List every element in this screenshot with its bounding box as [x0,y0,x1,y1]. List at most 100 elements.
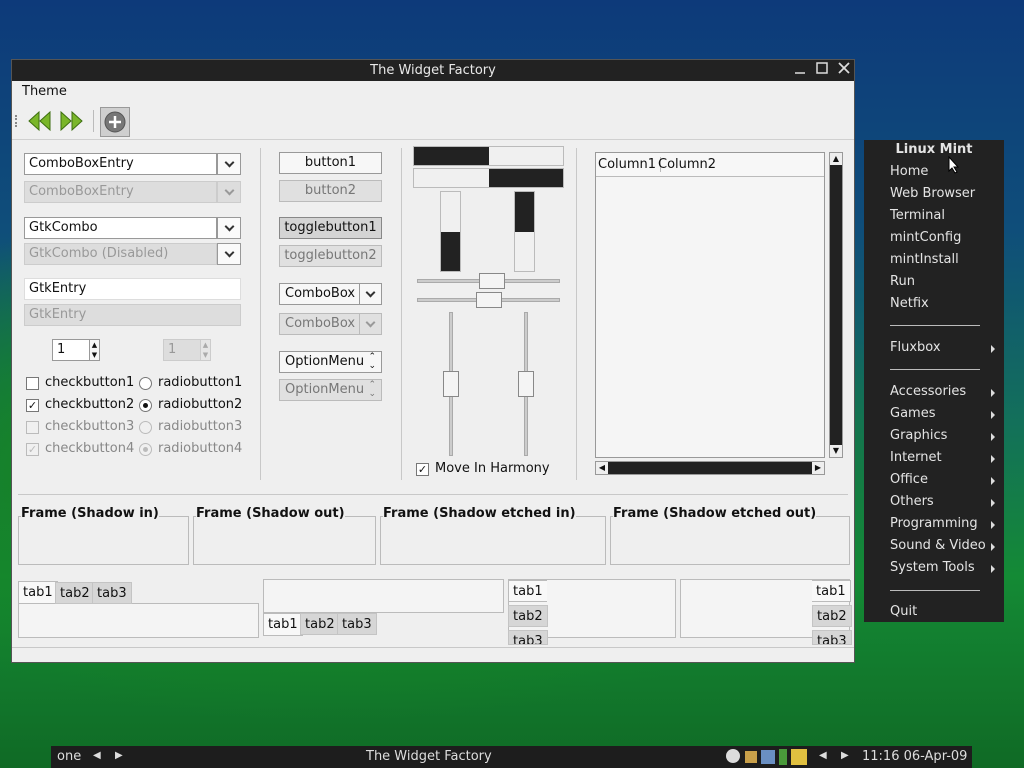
notebook-top-tab2[interactable]: tab2 [55,582,95,604]
taskbar-window-title[interactable]: The Widget Factory [366,749,492,764]
back-arrow-icon[interactable] [26,107,54,135]
notebook-bottom-tab1[interactable]: tab1 [263,613,303,636]
checkbutton3-label: checkbutton3 [45,419,135,434]
scroll-left-icon[interactable]: ◀ [596,462,608,474]
spinbutton-arrows[interactable]: ▲ ▼ [89,339,100,361]
menu-item-netfix[interactable]: Netfix [890,296,929,311]
close-icon[interactable] [836,62,852,78]
radiobutton1-label[interactable]: radiobutton1 [158,375,242,390]
notebook-left-tab1[interactable]: tab1 [508,580,547,602]
battery-tray-icon[interactable] [779,749,787,765]
menu-item-internet[interactable]: Internet [890,450,942,465]
notebook-left-tab3[interactable]: tab3 [508,630,548,645]
column-separator [260,148,261,480]
menu-item-web-browser[interactable]: Web Browser [890,186,975,201]
togglebutton1[interactable]: togglebutton1 [279,217,382,239]
checkbutton2-label[interactable]: checkbutton2 [45,397,134,412]
column-separator [576,148,577,480]
menu-item-programming[interactable]: Programming [890,516,978,531]
update-tray-icon[interactable] [761,750,775,764]
move-in-harmony-label[interactable]: Move In Harmony [435,461,550,476]
checkbutton3-box [26,421,39,434]
next-window-icon[interactable]: ▶ [841,750,849,761]
menu-item-graphics[interactable]: Graphics [890,428,947,443]
menu-item-mintconfig[interactable]: mintConfig [890,230,961,245]
notebook-bottom-tab3[interactable]: tab3 [337,613,377,635]
submenu-arrow-icon [991,345,995,353]
notebook-right-tab2[interactable]: tab2 [812,605,852,627]
checkbutton1-box[interactable] [26,377,39,390]
menu-item-sound-video[interactable]: Sound & Video [890,538,986,553]
network-tray-icon[interactable] [726,749,740,763]
menu-item-terminal[interactable]: Terminal [890,208,945,223]
hscale-1-slider[interactable] [479,273,505,289]
notebook-right-tab1[interactable]: tab1 [812,580,851,602]
scroll-up-icon[interactable]: ▲ [830,153,842,165]
combobox-disabled: ComboBox [279,313,382,335]
menu-item-fluxbox[interactable]: Fluxbox [890,340,941,355]
toolbar-grip[interactable] [15,115,19,127]
comboboxentry-arrow[interactable] [217,153,241,175]
frames-separator [18,494,848,495]
frame-shadow-out [193,516,376,565]
notebook-top-tab3[interactable]: tab3 [92,582,132,604]
scroll-down-icon[interactable]: ▼ [830,445,842,457]
gtkcombo-arrow[interactable] [217,217,241,239]
vscale-2-slider[interactable] [518,371,534,397]
menu-item-games[interactable]: Games [890,406,935,421]
forward-arrow-icon[interactable] [57,107,85,135]
prev-window-icon[interactable]: ◀ [819,750,827,761]
menu-item-quit[interactable]: Quit [890,604,917,619]
column-separator [401,148,402,480]
menu-item-mintinstall[interactable]: mintInstall [890,252,959,267]
vscale-1-slider[interactable] [443,371,459,397]
treeview-hscrollbar[interactable]: ◀ ▶ [595,461,825,475]
menu-item-run[interactable]: Run [890,274,915,289]
notebook-top-tab1[interactable]: tab1 [18,581,58,604]
lock-tray-icon[interactable] [745,751,757,763]
togglebutton2: togglebutton2 [279,245,382,267]
move-in-harmony-checkbox[interactable]: ✓ [416,463,429,476]
scroll-right-icon[interactable]: ▶ [812,462,824,474]
next-workspace-icon[interactable]: ▶ [115,750,123,761]
gtkentry-input[interactable]: GtkEntry [24,278,241,300]
notebook-bottom-tab2[interactable]: tab2 [300,613,340,635]
menu-item-others[interactable]: Others [890,494,934,509]
gtkcombo-disabled-arrow[interactable] [217,243,241,265]
workspace-name[interactable]: one [57,749,81,764]
checkbutton1-label[interactable]: checkbutton1 [45,375,134,390]
progressbar-v1-fill [441,231,460,271]
window-titlebar[interactable]: The Widget Factory [12,60,854,81]
menu-item-home[interactable]: Home [890,164,928,179]
comboboxentry-input[interactable]: ComboBoxEntry [24,153,217,175]
menu-item-system-tools[interactable]: System Tools [890,560,975,575]
submenu-arrow-icon [991,521,995,529]
column1-header[interactable]: Column1 [598,157,662,172]
column2-header[interactable]: Column2 [658,157,716,172]
prev-workspace-icon[interactable]: ◀ [93,750,101,761]
minimize-icon[interactable] [792,62,808,78]
notebook-right-tab3[interactable]: tab3 [812,630,852,645]
submenu-arrow-icon [991,543,995,551]
gtkcombo-input[interactable]: GtkCombo [24,217,217,239]
treeview-vscrollbar[interactable]: ▲ ▼ [829,152,843,458]
notebook-left-tab2[interactable]: tab2 [508,605,548,627]
add-icon[interactable] [100,107,130,137]
radiobutton2-label[interactable]: radiobutton2 [158,397,242,412]
clipboard-tray-icon[interactable] [791,749,807,765]
menu-item-office[interactable]: Office [890,472,928,487]
radiobutton2-circle[interactable] [139,399,152,412]
menu-item-accessories[interactable]: Accessories [890,384,966,399]
checkbutton2-box[interactable]: ✓ [26,399,39,412]
hscale-2-slider[interactable] [476,292,502,308]
menu-theme[interactable]: Theme [22,84,67,99]
spinbutton-input[interactable]: 1 [52,339,90,361]
combobox[interactable]: ComboBox [279,283,382,305]
treeview[interactable]: Column1 Column2 [595,152,825,458]
button1[interactable]: button1 [279,152,382,174]
optionmenu-disabled: OptionMenu ⌃ ⌄ [279,379,382,401]
optionmenu[interactable]: OptionMenu ⌃ ⌄ [279,351,382,373]
radiobutton1-circle[interactable] [139,377,152,390]
maximize-icon[interactable] [814,62,830,78]
radiobutton3-circle [139,421,152,434]
